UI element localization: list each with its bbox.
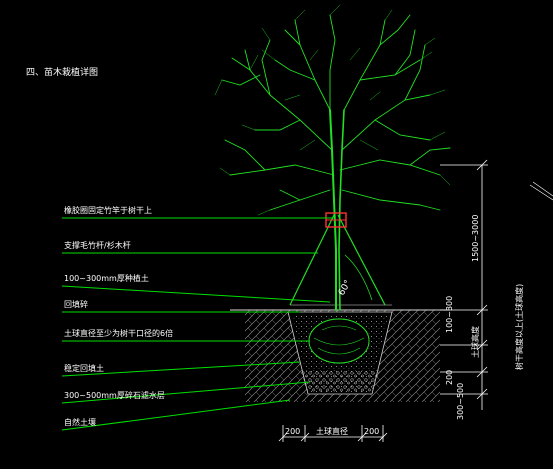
dim-bottom-right: 200 xyxy=(364,427,379,436)
label-planting-soil: 100~300mm厚种植土 xyxy=(64,273,149,283)
label-natural-soil: 自然土壤 xyxy=(64,417,96,427)
dim-far-right-note: 树干高度以上(土球高度) xyxy=(514,284,524,370)
dim-bottom-left: 200 xyxy=(285,427,300,436)
dim-bottom-center: 土球直径 xyxy=(316,426,348,436)
dim-height-low: 200 xyxy=(445,370,454,385)
bottom-dimensions: 200 土球直径 200 xyxy=(278,425,388,442)
dim-height-top: 1500~3000 xyxy=(471,215,480,262)
label-backfill: 回填碎 xyxy=(64,299,88,309)
dim-height-mid: 100~300 xyxy=(445,296,454,333)
tree-canopy xyxy=(221,14,451,211)
label-rubber-band: 橡胶圈固定竹竿于树干上 xyxy=(64,205,152,215)
drawing-title: 四、苗木栽植详图 xyxy=(26,66,98,78)
right-dimensions: 1500~3000 100~300 土球高度 200 300~500 树干高度以… xyxy=(440,159,553,420)
label-gravel-layer: 300~500mm厚碎石滤水层 xyxy=(64,390,165,400)
root-ball xyxy=(308,318,370,364)
label-stable-backfill: 稳定回填土 xyxy=(64,363,104,373)
gravel-drainage-layer xyxy=(300,370,380,392)
dim-soil-ball-height: 土球高度 xyxy=(470,326,480,358)
cad-drawing-canvas: 四、苗木栽植详图 60° 橡胶圈固定竹竿于树干上 支撑毛竹杆/杉木杆 100~3… xyxy=(0,0,553,469)
tree-trunk xyxy=(329,109,337,311)
planting-detail-drawing: 四、苗木栽植详图 60° 橡胶圈固定竹竿于树干上 支撑毛竹杆/杉木杆 100~3… xyxy=(26,4,553,442)
callout-labels: 橡胶圈固定竹竿于树干上 支撑毛竹杆/杉木杆 100~300mm厚种植土 回填碎 … xyxy=(64,205,173,427)
label-support-stakes: 支撑毛竹杆/杉木杆 xyxy=(64,240,131,250)
label-root-ball: 土球直径至少为树干口径的6倍 xyxy=(64,328,173,338)
dim-height-bottom: 300~500 xyxy=(456,383,465,420)
